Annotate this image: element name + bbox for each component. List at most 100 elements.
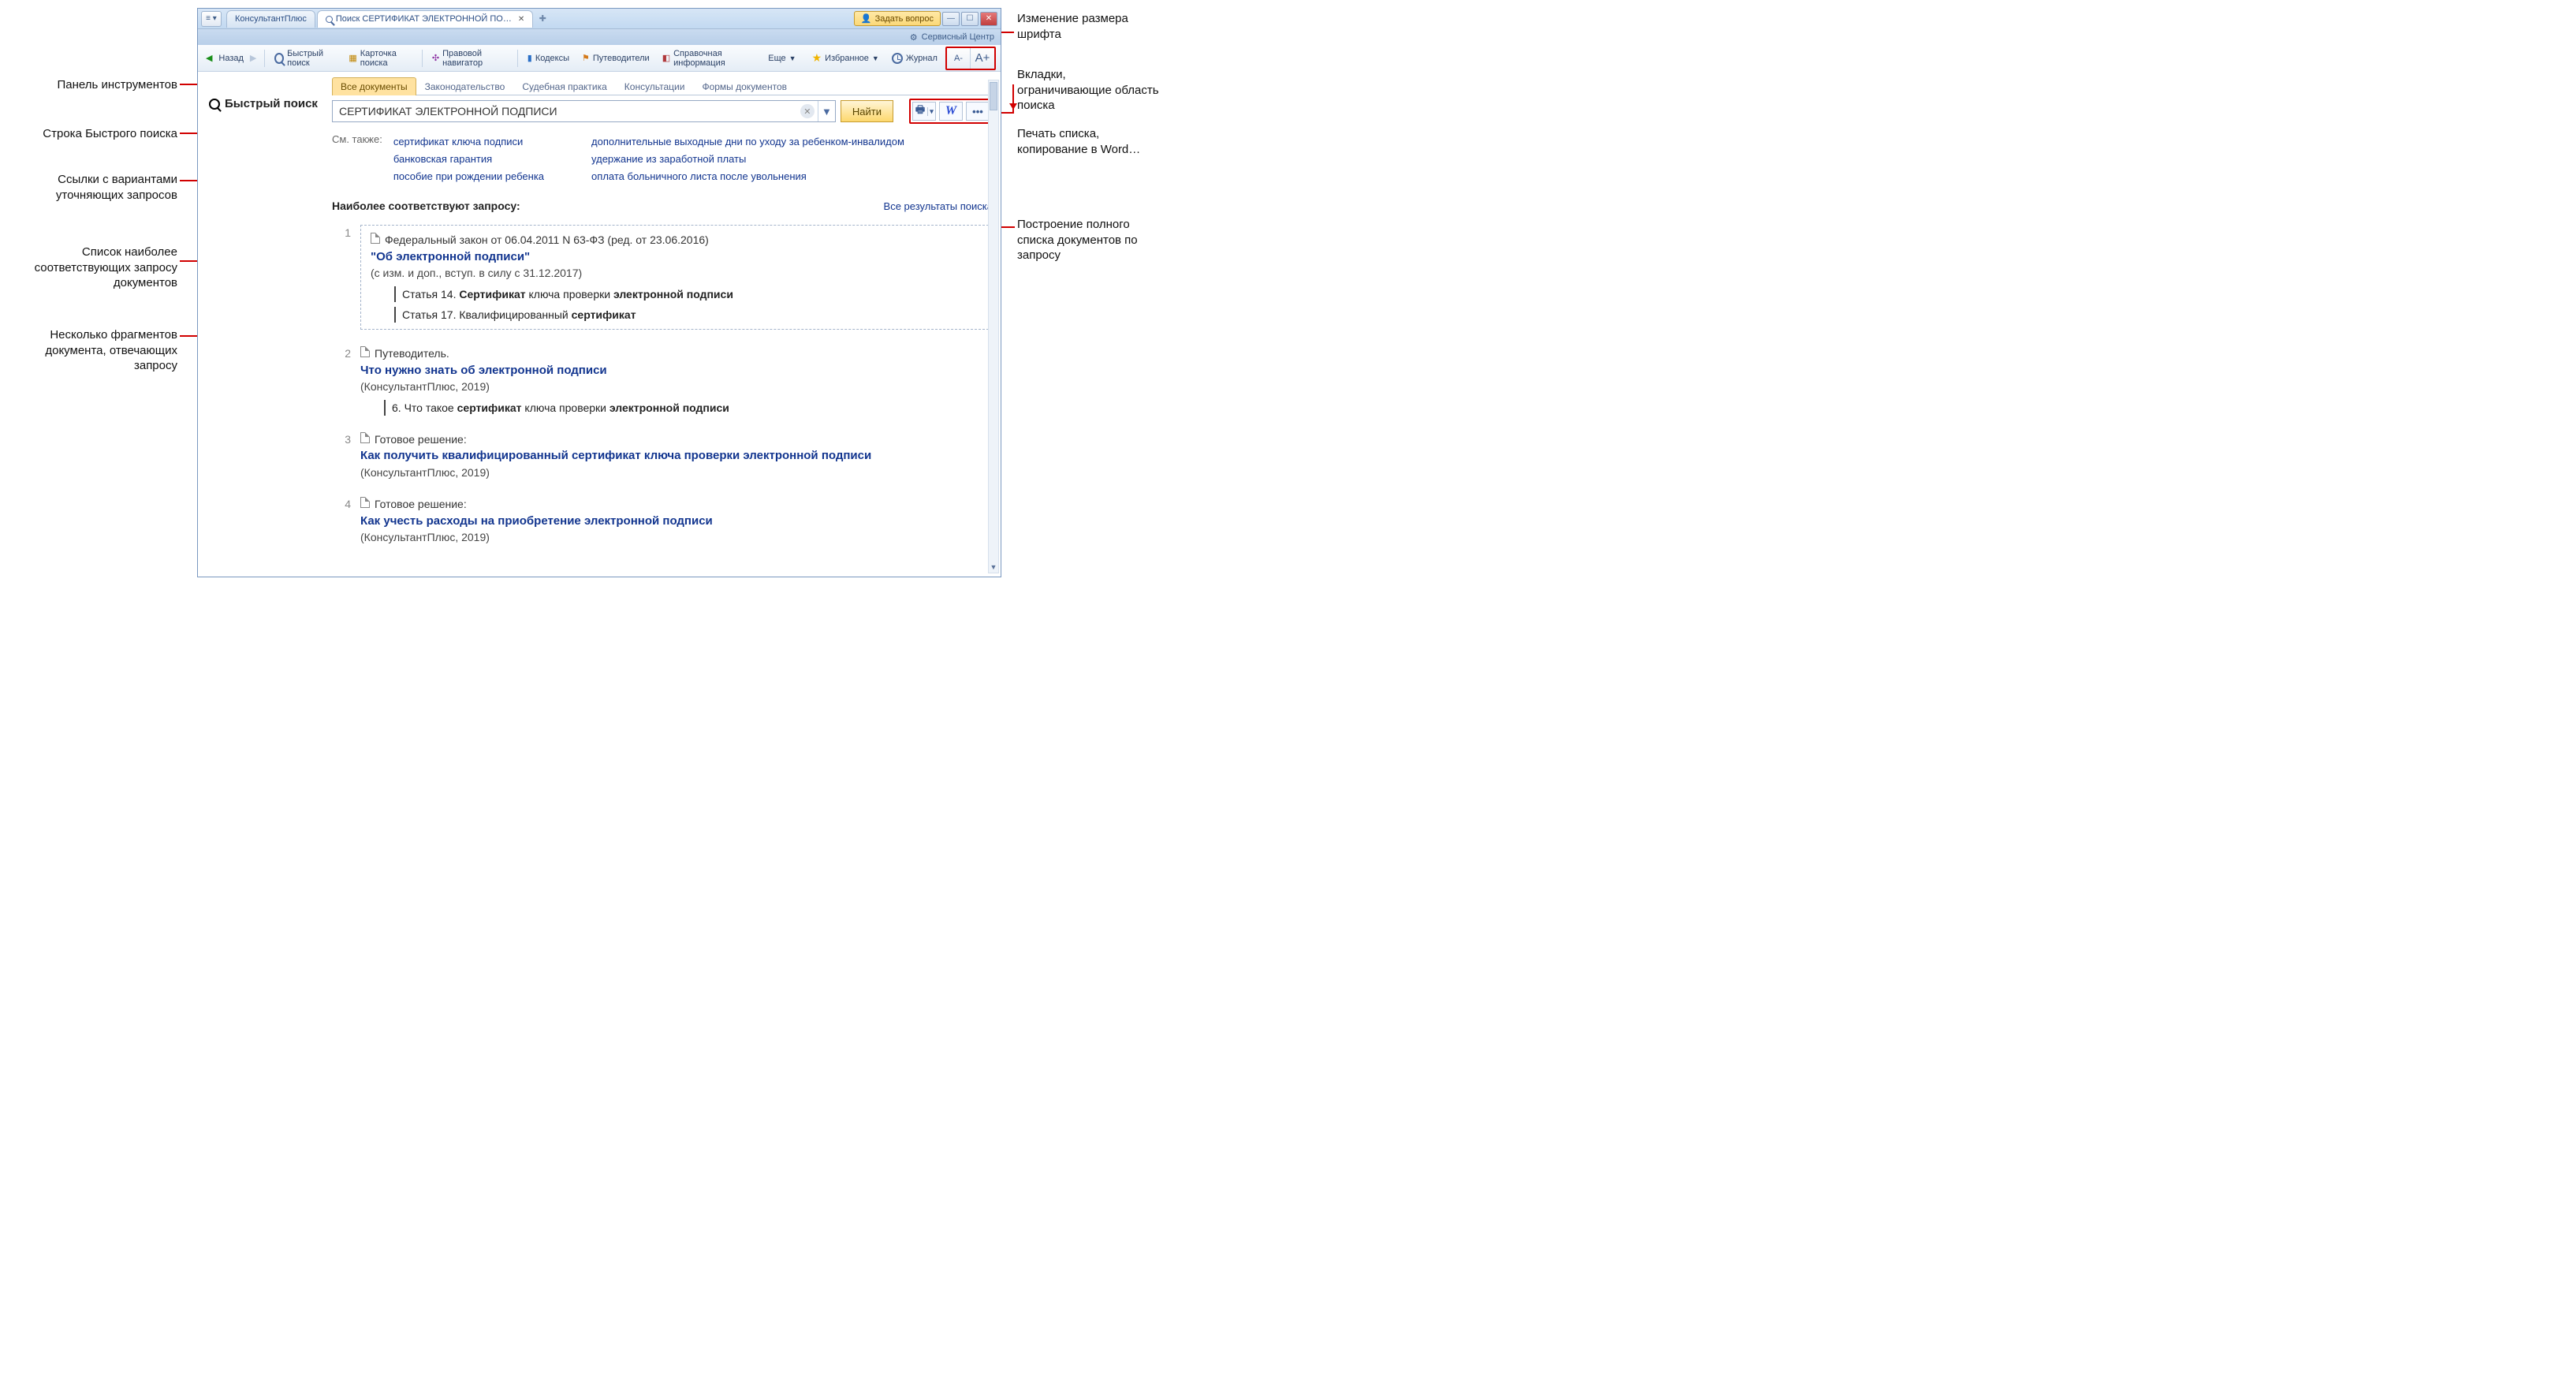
close-window-button[interactable]: ✕ <box>980 12 997 26</box>
annotation-all-results: Построение полного списка документов по … <box>1017 217 1167 263</box>
result-subtitle: (КонсультантПлюс, 2019) <box>360 465 993 480</box>
new-tab-button[interactable]: ✚ <box>535 13 550 24</box>
toolbar: ◀ Назад ▶ Быстрый поиск ▦Карточка поиска… <box>198 45 1001 72</box>
annotation-fragments: Несколько фрагментов документа, отвечающ… <box>0 327 177 374</box>
see-also-link[interactable]: банковская гарантия <box>393 151 544 168</box>
result-subtitle: (КонсультантПлюс, 2019) <box>360 529 993 545</box>
info-icon: ◧ <box>662 53 670 63</box>
document-icon <box>360 346 370 357</box>
scrollbar-down-arrow[interactable]: ▼ <box>989 562 998 573</box>
see-also-link[interactable]: оплата больничного листа после увольнени… <box>591 168 904 185</box>
document-icon <box>360 432 370 443</box>
arrow <box>1012 84 1014 113</box>
tab-home[interactable]: КонсультантПлюс <box>226 10 315 28</box>
search-input[interactable] <box>333 105 800 118</box>
back-label: Назад <box>218 54 244 63</box>
see-also-link[interactable]: удержание из заработной платы <box>591 151 904 168</box>
ask-question-button[interactable]: 👤 Задать вопрос <box>854 11 941 26</box>
result-title[interactable]: "Об электронной подписи" <box>371 248 982 266</box>
scope-tab-consult[interactable]: Консультации <box>616 77 694 95</box>
result-title[interactable]: Что нужно знать об электронной подписи <box>360 362 993 379</box>
scrollbar[interactable]: ▼ <box>988 80 999 573</box>
result-body[interactable]: Готовое решение: Как получить квалифицир… <box>360 431 993 480</box>
results-header-label: Наиболее соответствуют запросу: <box>332 200 520 212</box>
see-also-label: См. также: <box>332 133 382 185</box>
result-fragment[interactable]: Статья 14. Сертификат ключа проверки эле… <box>394 286 982 302</box>
see-also-link[interactable]: дополнительные выходные дни по уходу за … <box>591 133 904 151</box>
result-fragment[interactable]: 6. Что такое сертификат ключа проверки э… <box>384 400 993 416</box>
journal-button[interactable]: Журнал <box>887 50 942 66</box>
quick-search-heading: Быстрый поиск <box>209 97 324 110</box>
result-number: 3 <box>332 431 351 480</box>
clear-search-button[interactable]: ✕ <box>800 104 815 118</box>
result-title[interactable]: Как получить квалифицированный сертифика… <box>360 447 993 465</box>
result-subtitle: (КонсультантПлюс, 2019) <box>360 379 993 394</box>
app-window: ≡ ▾ КонсультантПлюс Поиск СЕРТИФИКАТ ЭЛЕ… <box>197 8 1001 577</box>
service-center-link[interactable]: Сервисный Центр <box>922 32 994 42</box>
card-icon: ▦ <box>349 53 356 63</box>
codices-button[interactable]: ▮Кодексы <box>523 50 574 65</box>
annotation-toolbar: Панель инструментов <box>0 77 177 93</box>
see-also-link[interactable]: пособие при рождении ребенка <box>393 168 544 185</box>
content-area: Быстрый поиск Все документы Законодатель… <box>198 72 1001 577</box>
tab-close-icon[interactable]: ✕ <box>518 15 524 24</box>
scope-tab-legislation[interactable]: Законодательство <box>416 77 514 95</box>
document-icon <box>360 497 370 508</box>
favorites-button[interactable]: ★Избранное ▼ <box>807 49 884 67</box>
forward-button[interactable]: ▶ <box>247 50 259 66</box>
scrollbar-thumb[interactable] <box>990 82 997 110</box>
tab-search-result[interactable]: Поиск СЕРТИФИКАТ ЭЛЕКТРОННОЙ ПО… ✕ <box>317 10 533 28</box>
font-decrease-button[interactable]: A- <box>947 48 971 69</box>
scope-tab-court[interactable]: Судебная практика <box>513 77 615 95</box>
result-subtitle: (с изм. и доп., вступ. в силу с 31.12.20… <box>371 265 982 281</box>
search-icon <box>274 53 284 64</box>
person-icon: 👤 <box>861 13 872 24</box>
more-button[interactable]: Еще ▼ <box>763 51 800 65</box>
quick-search-button[interactable]: Быстрый поиск <box>270 47 341 70</box>
servicebar: ⚙ Сервисный Центр <box>198 29 1001 45</box>
document-icon <box>371 233 380 244</box>
annotation-scope-tabs: Вкладки, ограничивающие область поиска <box>1017 67 1159 114</box>
results-column: Все документы Законодательство Судебная … <box>332 72 1001 577</box>
minimize-button[interactable]: — <box>942 12 960 26</box>
result-fragment[interactable]: Статья 17. Квалифицированный сертификат <box>394 307 982 323</box>
reference-button[interactable]: ◧Справочная информация <box>658 47 761 70</box>
card-search-button[interactable]: ▦Карточка поиска <box>344 47 417 70</box>
gear-icon: ⚙ <box>910 32 918 43</box>
maximize-button[interactable]: ☐ <box>961 12 979 26</box>
result-number: 2 <box>332 345 351 416</box>
results-header: Наиболее соответствуют запросу: Все резу… <box>332 200 993 212</box>
scope-tab-forms[interactable]: Формы документов <box>693 77 796 95</box>
result-body[interactable]: Готовое решение: Как учесть расходы на п… <box>360 496 993 545</box>
result-title[interactable]: Как учесть расходы на приобретение элект… <box>360 513 993 530</box>
main-menu-button[interactable]: ≡ ▾ <box>201 11 222 27</box>
law-navigator-button[interactable]: ✣Правовой навигатор <box>427 47 513 70</box>
more-actions-button[interactable]: ••• <box>966 102 990 121</box>
find-button[interactable]: Найти <box>841 100 893 122</box>
print-button[interactable]: 🖶▾ <box>912 102 936 121</box>
clock-icon <box>892 53 903 64</box>
tab-label: Поиск СЕРТИФИКАТ ЭЛЕКТРОННОЙ ПО… <box>336 14 512 24</box>
all-results-link[interactable]: Все результаты поиска <box>884 200 993 212</box>
result-body[interactable]: Путеводитель. Что нужно знать об электро… <box>360 345 993 416</box>
see-also-link[interactable]: сертификат ключа подписи <box>393 133 544 151</box>
search-dropdown-button[interactable]: ▼ <box>818 101 835 121</box>
font-size-group: A- A+ <box>945 47 996 70</box>
copy-to-word-button[interactable]: W <box>939 102 963 121</box>
compass-icon: ✣ <box>432 53 439 63</box>
search-row: ✕ ▼ Найти 🖶▾ W ••• <box>332 99 993 124</box>
result-number: 1 <box>332 225 351 330</box>
search-icon <box>326 16 333 23</box>
back-button[interactable]: ◀ <box>203 50 215 66</box>
see-also-block: См. также: сертификат ключа подписи банк… <box>332 133 993 185</box>
star-icon: ★ <box>812 51 822 65</box>
quick-search-column: Быстрый поиск <box>198 72 332 577</box>
ask-label: Задать вопрос <box>875 14 934 24</box>
scope-tab-all[interactable]: Все документы <box>332 77 416 95</box>
list-actions-group: 🖶▾ W ••• <box>909 99 993 124</box>
result-item: 4 Готовое решение: Как учесть расходы на… <box>332 491 993 556</box>
font-increase-button[interactable]: A+ <box>971 48 994 69</box>
result-body[interactable]: Федеральный закон от 06.04.2011 N 63-ФЗ … <box>360 225 993 330</box>
annotation-print-copy: Печать списка, копирование в Word… <box>1017 126 1159 157</box>
guides-button[interactable]: ⚑Путеводители <box>577 50 654 65</box>
